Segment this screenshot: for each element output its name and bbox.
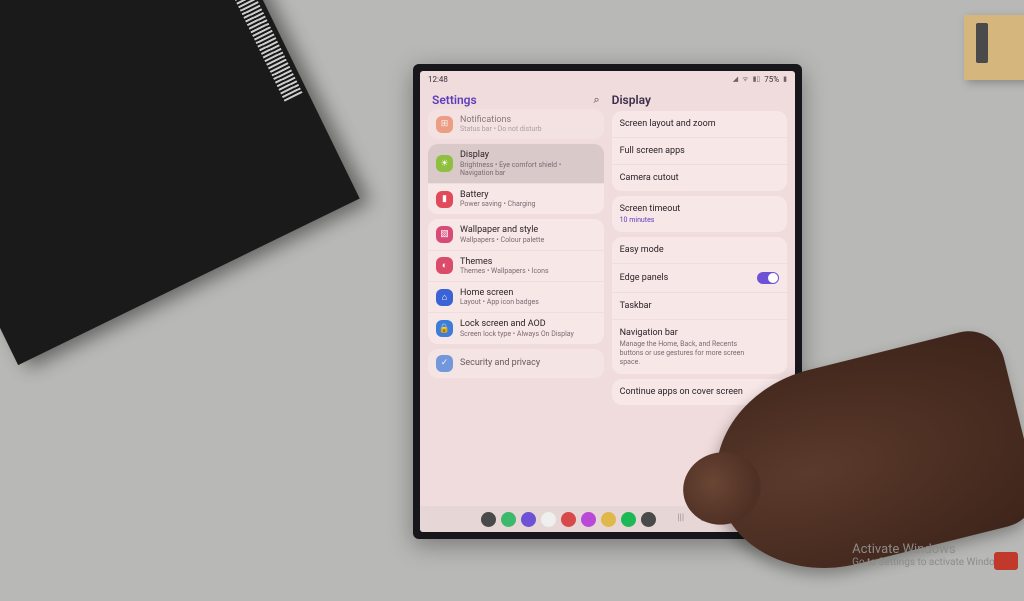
taskbar-app-1[interactable] — [501, 512, 516, 527]
sidebar-item-notifications[interactable]: ⊞ Notifications Status bar • Do not dist… — [428, 109, 604, 139]
row-sub: Wallpapers • Colour palette — [460, 236, 544, 244]
clock: 12:48 — [428, 75, 448, 84]
status-bar: 12:48 ◢ ᯤ ▮▯ 75% ▮ — [420, 71, 795, 87]
row-title: Home screen — [460, 288, 539, 298]
row-sub: Themes • Wallpapers • Icons — [460, 267, 549, 275]
sidebar-item-security[interactable]: ✓ Security and privacy — [428, 349, 604, 378]
sidebar-item-themes[interactable]: ◐ ThemesThemes • Wallpapers • Icons — [428, 250, 604, 281]
row-title: Wallpaper and style — [460, 225, 544, 235]
item-title: Full screen apps — [620, 146, 685, 156]
search-icon[interactable]: ⌕ — [593, 93, 599, 107]
sidebar-item-display[interactable]: ☀ DisplayBrightness • Eye comfort shield … — [428, 144, 604, 182]
settings-group: ✓ Security and privacy — [428, 349, 604, 378]
sidebar-item-lock[interactable]: 🔒 Lock screen and AODScreen lock type • A… — [428, 312, 604, 343]
battery-text: 75% — [764, 75, 779, 84]
taskbar-app-3[interactable] — [541, 512, 556, 527]
taskbar-app-6[interactable] — [601, 512, 616, 527]
home-icon: ⌂ — [436, 289, 453, 306]
wallpaper-icon: ▧ — [436, 226, 453, 243]
battery-icon: ▮ — [783, 75, 787, 83]
taskbar-app-2[interactable] — [521, 512, 536, 527]
taskbar-app-8[interactable] — [641, 512, 656, 527]
sidebar-item-battery[interactable]: ▮ BatteryPower saving • Charging — [428, 183, 604, 214]
item-sub: 10 minutes — [620, 216, 681, 224]
watermark-title: Activate Windows — [852, 542, 1010, 557]
display-item-navbar[interactable]: Navigation bar Manage the Home, Back, and… — [612, 319, 787, 374]
recents-button[interactable]: ||| — [677, 513, 684, 526]
location-icon: ◢ — [733, 75, 738, 83]
toggle-edge[interactable] — [757, 272, 779, 284]
settings-pane: Settings ⌕ ⊞ Notifications Status bar • … — [420, 87, 606, 506]
taskbar-app-0[interactable] — [481, 512, 496, 527]
row-sub: Screen lock type • Always On Display — [460, 330, 574, 338]
sidebar-item-home[interactable]: ⌂ Home screenLayout • App icon badges — [428, 281, 604, 312]
display-item-easy[interactable]: Easy mode — [612, 237, 787, 263]
activate-windows-watermark: Activate Windows Go to Settings to activ… — [852, 542, 1010, 568]
display-item-edge[interactable]: Edge panels — [612, 263, 787, 292]
taskbar-app-5[interactable] — [581, 512, 596, 527]
product-box: Galaxy Z Fold6 — [0, 0, 360, 365]
row-sub: Layout • App icon badges — [460, 298, 539, 306]
row-sub: Status bar • Do not disturb — [460, 125, 542, 133]
row-title: Battery — [460, 190, 536, 200]
barcode — [197, 0, 303, 102]
item-title: Continue apps on cover screen — [620, 387, 743, 397]
display-group: Screen layout and zoom Full screen apps Ca… — [612, 111, 787, 191]
page-title: Settings — [432, 93, 477, 107]
item-sub: Manage the Home, Back, and Recents butto… — [620, 340, 750, 366]
watermark-sub: Go to Settings to activate Windows. — [852, 557, 1010, 568]
display-group: Screen timeout 10 minutes — [612, 196, 787, 232]
row-sub: Brightness • Eye comfort shield • Naviga… — [460, 161, 596, 177]
settings-group: ☀ DisplayBrightness • Eye comfort shield … — [428, 144, 604, 214]
security-icon: ✓ — [436, 355, 453, 372]
display-item-cutout[interactable]: Camera cutout — [612, 164, 787, 191]
wifi-icon: ᯤ — [742, 75, 748, 84]
recorder-badge — [994, 552, 1018, 570]
item-title: Edge panels — [620, 273, 669, 283]
settings-header: Settings ⌕ — [426, 91, 606, 111]
status-right: ◢ ᯤ ▮▯ 75% ▮ — [733, 75, 787, 84]
detail-title: Display — [610, 91, 789, 111]
row-title: Display — [460, 150, 596, 160]
display-item-taskbar[interactable]: Taskbar — [612, 292, 787, 319]
item-title: Screen layout and zoom — [620, 119, 716, 129]
taskbar-app-7[interactable] — [621, 512, 636, 527]
battery-icon: ▮ — [436, 191, 453, 208]
display-item-layout[interactable]: Screen layout and zoom — [612, 111, 787, 137]
display-item-timeout[interactable]: Screen timeout 10 minutes — [612, 196, 787, 232]
notifications-icon: ⊞ — [436, 116, 453, 133]
item-title: Navigation bar — [620, 328, 750, 338]
row-title: Lock screen and AOD — [460, 319, 574, 329]
taskbar-app-4[interactable] — [561, 512, 576, 527]
settings-group-cut: ⊞ Notifications Status bar • Do not dist… — [428, 109, 604, 139]
item-title: Easy mode — [620, 245, 664, 255]
sidebar-item-wallpaper[interactable]: ▧ Wallpaper and styleWallpapers • Colour … — [428, 219, 604, 249]
display-icon: ☀ — [436, 155, 453, 172]
item-title: Taskbar — [620, 301, 652, 311]
item-title: Camera cutout — [620, 173, 679, 183]
wooden-block — [964, 15, 1024, 80]
row-title: Notifications — [460, 115, 542, 125]
row-title: Security and privacy — [460, 358, 540, 368]
row-sub: Power saving • Charging — [460, 200, 536, 208]
display-item-fullscreen[interactable]: Full screen apps — [612, 137, 787, 164]
signal-icon: ▮▯ — [753, 75, 761, 83]
item-title: Screen timeout — [620, 204, 681, 214]
lock-icon: 🔒 — [436, 320, 453, 337]
settings-group: ▧ Wallpaper and styleWallpapers • Colour … — [428, 219, 604, 344]
row-title: Themes — [460, 257, 549, 267]
display-group: Easy mode Edge panels Taskbar Navigation ba… — [612, 237, 787, 374]
themes-icon: ◐ — [436, 257, 453, 274]
